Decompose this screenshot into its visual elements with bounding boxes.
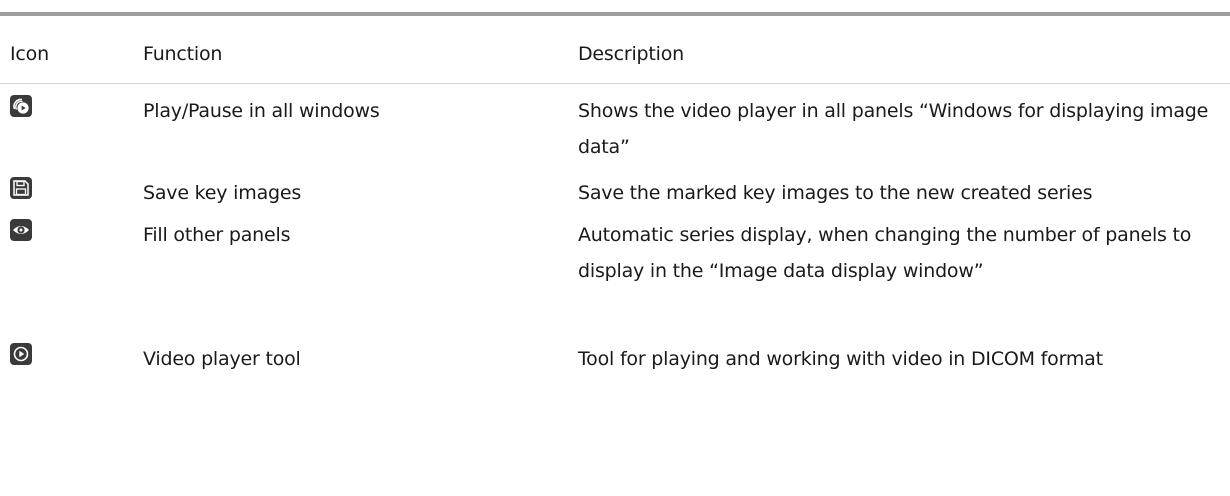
table-row: Video player tool Tool for playing and w… — [0, 332, 1230, 432]
row-description: Tool for playing and working with video … — [578, 348, 1103, 370]
icon-cell — [10, 177, 32, 199]
header-function: Function — [143, 43, 223, 65]
table-row: Play/Pause in all windows Shows the vide… — [0, 84, 1230, 166]
video-player-icon[interactable] — [10, 343, 32, 365]
icon-cell — [10, 95, 32, 117]
save-icon[interactable] — [10, 177, 32, 199]
play-pause-all-icon[interactable] — [10, 95, 32, 117]
row-description: Save the marked key images to the new cr… — [578, 182, 1093, 204]
header-description: Description — [578, 43, 685, 65]
row-function: Play/Pause in all windows — [143, 100, 380, 122]
row-function: Video player tool — [143, 348, 301, 370]
table-header-row: Icon Function Description — [0, 16, 1230, 84]
header-icon: Icon — [10, 43, 49, 65]
table-row: Save key images Save the marked key imag… — [0, 166, 1230, 208]
icon-cell — [10, 343, 32, 365]
icon-function-table: Icon Function Description Play/Pause in … — [0, 16, 1230, 432]
row-function: Fill other panels — [143, 224, 291, 246]
icon-cell — [10, 219, 32, 241]
table-row: Fill other panels Automatic series displ… — [0, 208, 1230, 332]
eye-icon[interactable] — [10, 219, 32, 241]
row-function: Save key images — [143, 182, 302, 204]
row-description: Shows the video player in all panels “Wi… — [578, 100, 1209, 158]
row-description: Automatic series display, when changing … — [578, 224, 1192, 282]
